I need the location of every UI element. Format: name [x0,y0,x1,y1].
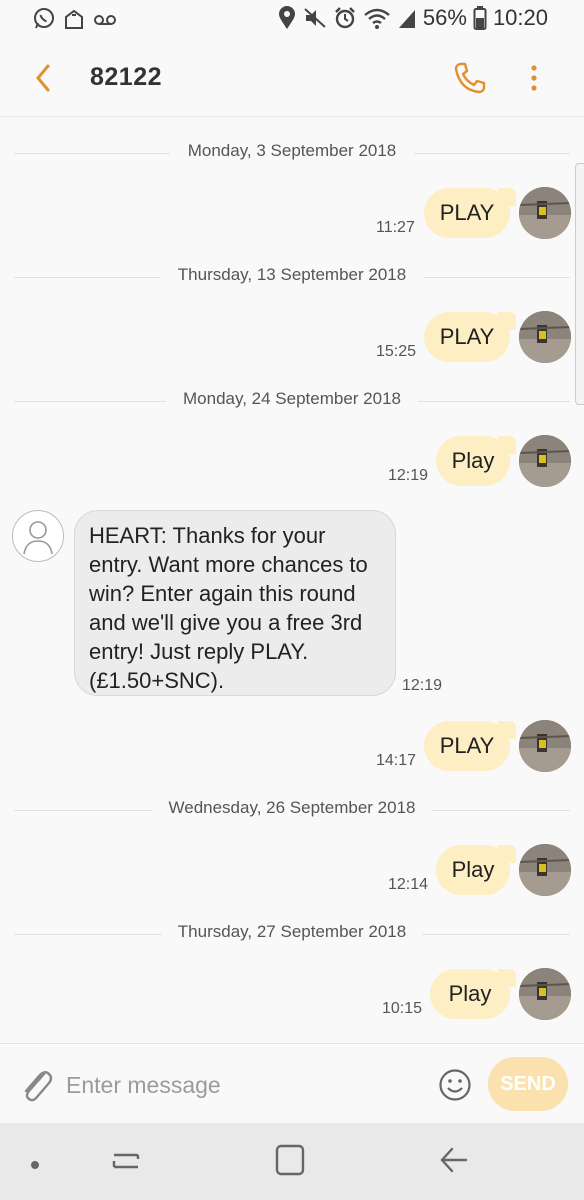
home-button[interactable] [274,1143,306,1182]
message-time: 15:25 [376,343,417,360]
whatsapp-icon [32,7,56,31]
home-icon [275,1144,305,1176]
my-avatar [519,311,571,363]
message-text: HEART: Thanks for your entry. Want more … [89,523,368,693]
paperclip-icon [24,1071,53,1102]
attach-button[interactable] [18,1064,54,1104]
incoming-message[interactable]: HEART: Thanks for your entry. Want more … [74,510,396,696]
phone-icon [454,62,486,94]
date-divider: Monday, 3 September 2018 [14,139,570,169]
date-divider: Thursday, 13 September 2018 [14,263,570,293]
my-avatar [519,844,571,896]
outgoing-message[interactable]: Play [436,436,516,486]
date-divider: Monday, 24 September 2018 [14,387,570,417]
location-icon [277,5,297,31]
recents-icon [112,1153,140,1169]
message-time: 12:19 [388,467,429,484]
my-avatar [519,968,571,1020]
back-arrow-icon [440,1147,468,1173]
conversation-title: 82122 [90,63,163,91]
battery-percent: 56% [422,5,467,30]
message-text: PLAY [439,733,495,758]
send-button[interactable]: SEND [488,1057,568,1111]
voicemail-icon [92,7,118,31]
my-avatar [519,720,571,772]
app-bar: 82122 [0,40,584,117]
message-text: PLAY [439,200,495,225]
outgoing-message[interactable]: PLAY [424,721,516,771]
recent-apps-button[interactable] [110,1145,142,1182]
message-text: Play [451,448,495,473]
status-bar: 56% 10:20 [0,0,584,40]
message-thread[interactable]: Monday, 3 September 2018 11:27 PLAY Thur… [0,117,584,1043]
date-label: Thursday, 27 September 2018 [161,922,423,941]
chevron-left-icon [36,64,50,92]
signal-icon [397,6,417,30]
outgoing-message[interactable]: PLAY [424,188,516,238]
back-button[interactable] [28,62,60,94]
outgoing-message[interactable]: PLAY [424,312,516,362]
navigation-bar [0,1123,584,1200]
alarm-icon [333,6,357,30]
contact-avatar[interactable] [12,510,64,562]
date-label: Monday, 24 September 2018 [167,389,417,408]
emoji-button[interactable] [438,1068,472,1102]
notification-icon [62,7,86,31]
date-divider: Thursday, 27 September 2018 [14,920,570,950]
call-button[interactable] [452,60,488,96]
wifi-icon [363,6,391,30]
my-avatar [519,435,571,487]
message-text: PLAY [439,324,495,349]
smiley-icon [439,1069,471,1101]
date-label: Wednesday, 26 September 2018 [152,798,432,817]
message-time: 10:15 [382,1000,423,1017]
message-composer: SEND [0,1043,584,1124]
more-vert-icon [531,65,537,91]
more-options-button[interactable] [520,62,548,94]
message-time: 12:14 [388,876,429,893]
message-time: 14:17 [376,752,417,769]
message-text: Play [451,857,495,882]
message-text: Play [448,981,492,1006]
mute-icon [303,6,327,30]
message-time: 11:27 [376,219,415,236]
outgoing-message[interactable]: Play [436,845,516,895]
nav-dot-icon [30,1157,40,1175]
scrollbar-thumb[interactable] [575,163,584,405]
battery-icon [473,5,487,31]
clock: 10:20 [492,5,548,30]
date-label: Thursday, 13 September 2018 [161,265,423,284]
message-time: 12:19 [402,677,443,694]
outgoing-message[interactable]: Play [430,969,516,1019]
back-nav-button[interactable] [438,1143,470,1182]
my-avatar [519,187,571,239]
date-divider: Wednesday, 26 September 2018 [14,796,570,826]
message-input[interactable] [64,1064,428,1106]
person-icon [23,521,53,555]
date-label: Monday, 3 September 2018 [171,141,413,160]
